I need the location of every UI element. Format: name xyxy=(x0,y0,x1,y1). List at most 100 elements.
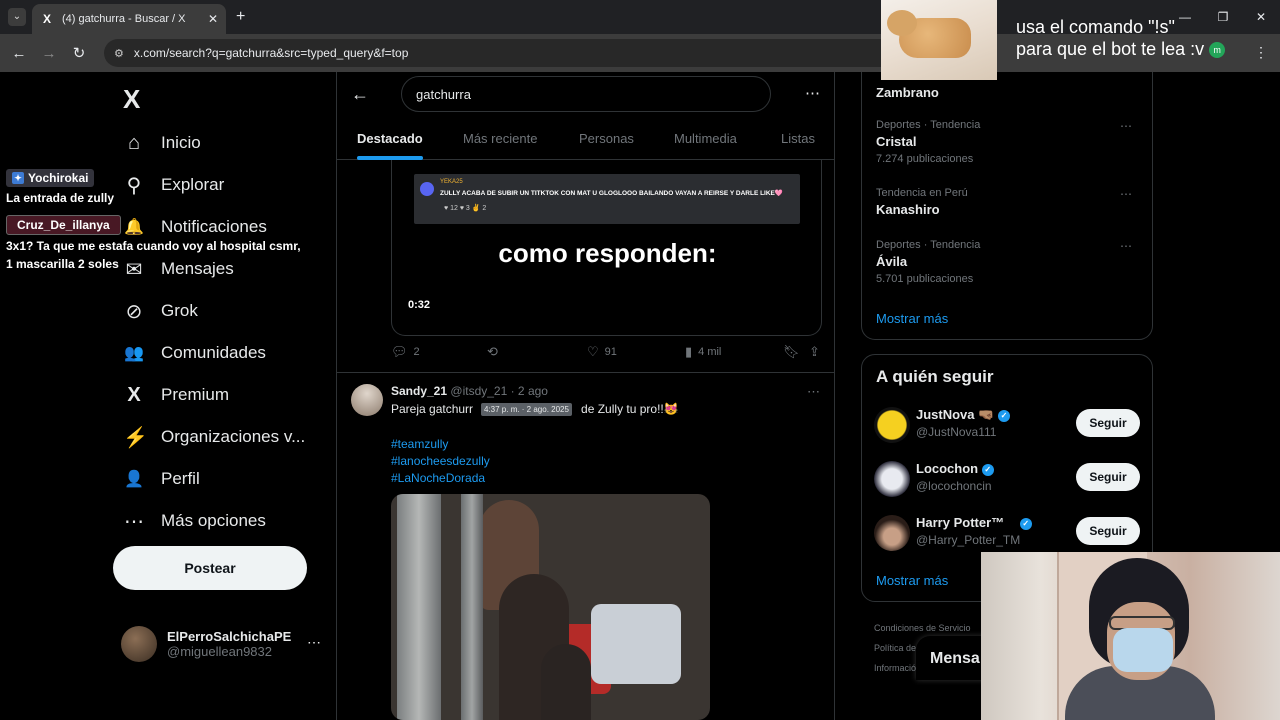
hashtag-link[interactable]: #LaNocheDorada xyxy=(391,470,490,487)
suggested-user-handle: @JustNova111 xyxy=(916,425,997,439)
overlay-line-1: usa el comando "!s" xyxy=(1016,17,1175,37)
tab-mas-reciente[interactable]: Más reciente xyxy=(463,124,537,160)
video-player[interactable]: YEKA25 ZULLY ACABA DE SUBIR UN TITKTOK C… xyxy=(391,160,822,336)
more-icon[interactable]: ⋯ xyxy=(307,634,321,651)
nav-label: Comunidades xyxy=(161,343,266,362)
search-query: gatchurra xyxy=(416,86,471,102)
tab-personas[interactable]: Personas xyxy=(579,124,634,160)
nav-label: Premium xyxy=(161,385,230,404)
hashtag-link[interactable]: #teamzully xyxy=(391,436,490,453)
tab-listas[interactable]: Listas xyxy=(781,124,815,160)
trends-panel: Zambrano Deportes · Tendencia Cristal 7.… xyxy=(861,72,1153,340)
x-logo-icon[interactable]: X xyxy=(123,84,140,115)
reload-button[interactable]: ↻ xyxy=(64,44,94,62)
tab-title: (4) gatchurra - Buscar / X xyxy=(62,13,186,25)
tab-close-icon[interactable]: ✕ xyxy=(208,12,218,26)
forward-button[interactable]: → xyxy=(34,45,64,62)
tab-multimedia[interactable]: Multimedia xyxy=(674,124,737,160)
follow-button[interactable]: Seguir xyxy=(1076,517,1140,545)
views-icon: ▮ xyxy=(685,344,693,359)
video-caption: como responden: xyxy=(498,238,717,268)
like-button[interactable]: ♡ 91 xyxy=(587,344,617,360)
tweet-more-icon[interactable]: ⋯ xyxy=(807,384,820,400)
discord-screenshot: YEKA25 ZULLY ACABA DE SUBIR UN TITKTOK C… xyxy=(414,174,800,224)
search-options-icon[interactable]: ⋯ xyxy=(805,84,820,102)
chat-message: 3x1? Ta que me estafa cuando voy al hosp… xyxy=(6,239,301,271)
search-input[interactable]: gatchurra xyxy=(401,76,771,112)
trend-name: Zambrano xyxy=(876,85,939,100)
who-to-follow-title: A quién seguir xyxy=(876,367,994,386)
back-arrow-icon[interactable]: ← xyxy=(351,84,369,105)
tweet-author-handle[interactable]: @itsdy_21 · 2 ago xyxy=(450,384,548,398)
suggested-user-handle: @locochoncin xyxy=(916,479,992,493)
site-info-icon[interactable]: ⚙ xyxy=(114,47,124,60)
account-switcher[interactable]: ElPerroSalchichaPE @miguellean9832 ⋯ xyxy=(121,624,321,664)
nav-label: Grok xyxy=(161,301,198,320)
video-duration: 0:32 xyxy=(404,298,435,312)
tweet-actions: 💬︎ 2 ⟲ ♡ 91 ▮ 4 mil 🔖︎ ⇪ xyxy=(391,344,822,364)
terms-link[interactable]: Condiciones de Servicio xyxy=(874,618,971,638)
avatar[interactable] xyxy=(351,384,383,416)
tweet-photo[interactable] xyxy=(391,494,710,720)
post-button[interactable]: Postear xyxy=(113,546,307,590)
nav-item-perfil[interactable]: 👤 Perfil xyxy=(123,464,200,494)
nav-item-inicio[interactable]: ⌂ Inicio xyxy=(123,128,201,158)
follow-suggestion[interactable]: JustNova 🤜🏽 ✓ @JustNova111 Seguir xyxy=(874,405,1142,445)
avatar xyxy=(121,626,157,662)
nav-item-comunidades[interactable]: 👥 Comunidades xyxy=(123,338,266,368)
trend-more-icon[interactable]: ⋯ xyxy=(1120,239,1132,253)
bookmark-button[interactable]: 🔖︎ xyxy=(783,344,800,360)
back-button[interactable]: ← xyxy=(4,45,34,62)
suggested-user-name: JustNova 🤜🏽 ✓ xyxy=(916,407,1010,423)
more-circle-icon: ⋯ xyxy=(124,510,144,533)
tab-search-button[interactable]: ⌄ xyxy=(8,8,26,26)
tweet-author-name[interactable]: Sandy_21 xyxy=(391,384,447,398)
active-tab-indicator xyxy=(357,156,423,160)
share-button[interactable]: ⇪ xyxy=(809,344,820,360)
follow-suggestion[interactable]: Locochon ✓ @locochoncin Seguir xyxy=(874,459,1142,499)
profile-name: ElPerroSalchichaPE xyxy=(167,629,292,644)
url-bar[interactable]: ⚙ x.com/search?q=gatchurra&src=typed_que… xyxy=(104,39,944,67)
trend-meta: Tendencia en Perú xyxy=(876,187,968,199)
bookmark-icon: 🔖︎ xyxy=(783,344,800,359)
reply-button[interactable]: 💬︎ 2 xyxy=(391,344,420,360)
hashtag-link[interactable]: #lanocheesdezully xyxy=(391,453,490,470)
trend-item[interactable]: Deportes · Tendencia Cristal 7.274 publi… xyxy=(876,119,1140,165)
trend-posts: 7.274 publicaciones xyxy=(876,153,974,165)
communities-icon: 👥 xyxy=(124,345,144,362)
discord-message: ZULLY ACABA DE SUBIR UN TITKTOK CON MAT … xyxy=(440,190,783,197)
trend-item[interactable]: Deportes · Tendencia Ávila 5.701 publica… xyxy=(876,239,1140,285)
home-icon: ⌂ xyxy=(127,131,141,154)
nav-item-grok[interactable]: ⊘ Grok xyxy=(123,296,198,326)
nav-item-premium[interactable]: X Premium xyxy=(123,380,229,410)
nav-item-organizaciones[interactable]: ⚡ Organizaciones v... xyxy=(123,422,305,452)
search-tabs: Destacado Más reciente Personas Multimed… xyxy=(337,124,834,160)
show-more-trends-link[interactable]: Mostrar más xyxy=(876,311,948,326)
browser-tab[interactable]: X (4) gatchurra - Buscar / X ✕ xyxy=(32,4,226,34)
trend-name: Kanashiro xyxy=(876,202,940,217)
trend-item[interactable]: Tendencia en Perú Kanashiro ⋯ xyxy=(876,187,1140,217)
show-more-follow-link[interactable]: Mostrar más xyxy=(876,573,948,588)
discord-username: YEKA25 xyxy=(440,179,463,185)
trend-item[interactable]: Zambrano xyxy=(876,82,1140,100)
follow-button[interactable]: Seguir xyxy=(1076,409,1140,437)
nav-item-mas-opciones[interactable]: ⋯ Más opciones xyxy=(123,506,266,536)
repost-button[interactable]: ⟲ xyxy=(487,344,498,360)
discord-reactions: ♥ 12 ♥ 3 ✌ 2 xyxy=(444,205,487,212)
verified-icon: ✓ xyxy=(981,463,994,476)
heart-icon: ♡ xyxy=(587,344,599,359)
suggested-user-name: Harry Potter™ ✓ xyxy=(916,515,1032,530)
trend-more-icon[interactable]: ⋯ xyxy=(1120,187,1132,201)
avatar xyxy=(874,515,910,551)
follow-suggestion[interactable]: Harry Potter™ ✓ @Harry_Potter_TM Seguir xyxy=(874,513,1142,553)
views-button[interactable]: ▮ 4 mil xyxy=(685,344,721,360)
chat-badge-icon: ✦ xyxy=(12,172,24,184)
trend-more-icon[interactable]: ⋯ xyxy=(1120,119,1132,133)
repost-icon: ⟲ xyxy=(487,344,498,359)
tab-destacado[interactable]: Destacado xyxy=(357,124,423,160)
follow-button[interactable]: Seguir xyxy=(1076,463,1140,491)
grok-icon: ⊘ xyxy=(125,300,143,323)
new-tab-button[interactable]: + xyxy=(236,8,245,26)
stream-chat-overlay: ✦ Yochirokai La entrada de zully Cruz_De… xyxy=(6,168,306,273)
profile-handle: @miguellean9832 xyxy=(167,644,272,659)
